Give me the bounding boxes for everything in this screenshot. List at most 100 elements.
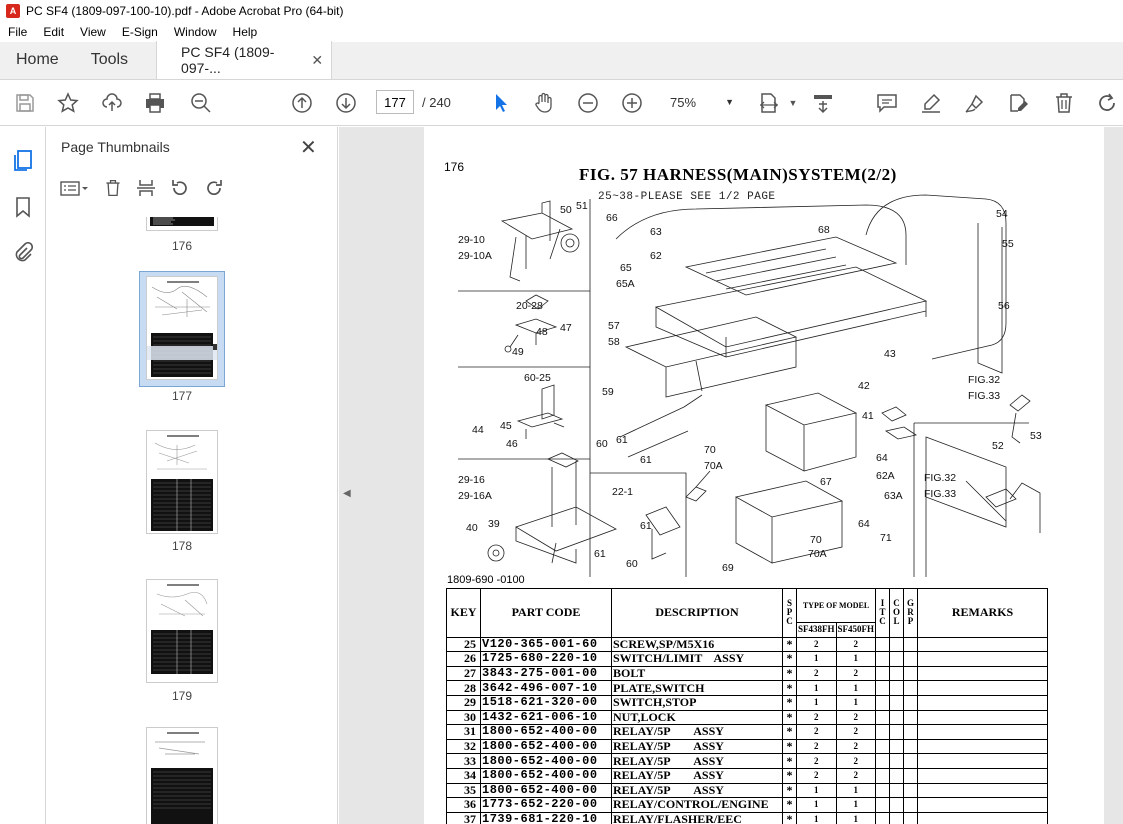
cursor-arrow-icon[interactable] [488,90,514,116]
page-thumbnail[interactable] [146,579,218,683]
row-grp [903,811,919,824]
tab-document[interactable]: PC SF4 (1809-097-... ✕ [156,41,333,79]
menu-edit[interactable]: Edit [35,25,72,39]
callout-label: FIG.33 [924,488,956,500]
row-spc: * [782,797,797,813]
magnifier-minus-icon[interactable] [188,90,214,116]
callout-label: 51 [576,200,588,212]
callout-label: 39 [488,518,500,530]
row-qty-model-2: 2 [835,753,877,769]
highlight-pen-icon[interactable] [918,90,944,116]
page-thumbnail[interactable] [146,276,218,380]
header-model-2: SF450FH [835,622,877,638]
menu-view[interactable]: View [72,25,114,39]
row-qty-model-2: 1 [835,782,877,799]
row-qty-model-2: 2 [835,636,877,653]
callout-label: 22-1 [612,486,633,498]
sign-pen-icon[interactable] [962,90,988,116]
trash-icon[interactable] [104,178,122,203]
scroll-mode-icon[interactable] [810,90,836,116]
callout-label: 54 [996,208,1008,220]
row-remarks [917,782,1049,799]
rotate-ccw-icon[interactable] [170,178,190,203]
row-part-code: 1800-652-400-00 [480,753,612,769]
close-icon[interactable]: ✕ [300,135,317,160]
row-description: SWITCH/LIMIT ASSY [611,651,783,667]
table-row: 37 1739-681-220-10 RELAY/FLASHER/EEC * 1 1 [446,811,1049,824]
tab-home[interactable]: Home [0,51,75,79]
row-part-code: 3642-496-007-10 [480,680,612,696]
header-remarks: REMARKS [917,588,1049,638]
row-spc: * [782,680,797,696]
row-itc [875,767,891,784]
row-spc: * [782,709,797,726]
row-part-code: 1800-652-400-00 [480,724,612,740]
menu-file[interactable]: File [0,25,35,39]
row-grp [903,680,919,696]
parts-table-body: 25 V120-365-001-60 SCREW,SP/M5X16 * 2 2 26 1725… [446,636,1049,824]
print-icon[interactable] [142,90,168,116]
minus-circle-icon[interactable] [575,90,601,116]
menu-help[interactable]: Help [225,25,266,39]
arrow-up-circle-icon[interactable] [289,90,315,116]
star-icon[interactable] [55,90,81,116]
callout-label: 57 [608,320,620,332]
tab-tools[interactable]: Tools [75,51,144,79]
redo-icon[interactable] [1094,90,1120,116]
collapse-panel-icon[interactable]: ◀ [343,488,351,499]
callout-label: 61 [594,548,606,560]
page-thumbnail[interactable] [146,217,218,231]
callout-label: 62 [650,250,662,262]
paperclip-icon[interactable] [11,241,35,265]
page-thumbnail[interactable] [146,727,218,824]
row-spc: * [782,782,797,799]
row-remarks [917,680,1049,696]
page-number-input[interactable]: 177 [376,90,414,114]
trash-icon[interactable] [1051,90,1077,116]
bookmark-icon[interactable] [11,195,35,219]
page-fit-icon[interactable] [756,90,782,116]
acrobat-pdf-icon: A [6,4,20,18]
thumbnail-options-icon[interactable] [60,179,90,202]
callout-label: 29-10 [458,234,485,246]
chevron-down-icon[interactable]: ▼ [780,90,806,116]
callout-label: 43 [884,348,896,360]
rotate-cw-icon[interactable] [204,178,224,203]
page-thumbnail[interactable] [146,430,218,534]
table-row: 30 1432-621-006-10 NUT,LOCK * 2 2 [446,709,1049,726]
callout-label: 42 [858,380,870,392]
row-qty-model-1: 1 [796,782,837,799]
row-description: RELAY/5P ASSY [611,753,783,769]
menu-esign[interactable]: E-Sign [114,25,166,39]
upload-icon[interactable] [99,90,125,116]
row-key: 28 [446,680,481,696]
table-row: 31 1800-652-400-00 RELAY/5P ASSY * 2 2 [446,724,1049,740]
row-itc [875,636,891,653]
page-thumbnails-icon[interactable] [11,149,35,173]
save-icon[interactable] [12,90,38,116]
zoom-dropdown[interactable]: 75% ▼ [664,90,740,114]
row-key: 35 [446,782,481,799]
row-qty-model-1: 1 [796,797,837,813]
callout-label: 63 [650,226,662,238]
page-number-text: 176 [444,160,465,174]
row-spc: * [782,651,797,667]
row-key: 37 [446,811,481,824]
hand-icon[interactable] [531,90,557,116]
callout-label: 29-16 [458,474,485,486]
extract-pages-icon[interactable] [136,178,156,203]
thumbnail-label: 178 [171,539,193,553]
menu-window[interactable]: Window [166,25,225,39]
edit-pdf-icon[interactable] [1006,90,1032,116]
row-grp [903,724,919,740]
arrow-down-circle-icon[interactable] [333,90,359,116]
plus-circle-icon[interactable] [619,90,645,116]
comment-icon[interactable] [874,90,900,116]
tab-close-icon[interactable]: ✕ [311,52,323,69]
table-row: 35 1800-652-400-00 RELAY/5P ASSY * 1 1 [446,782,1049,799]
row-col [889,767,905,784]
callout-label: 56 [998,300,1010,312]
callout-label: 63A [884,490,903,502]
callout-label: 58 [608,336,620,348]
header-part-code: PART CODE [480,588,612,638]
